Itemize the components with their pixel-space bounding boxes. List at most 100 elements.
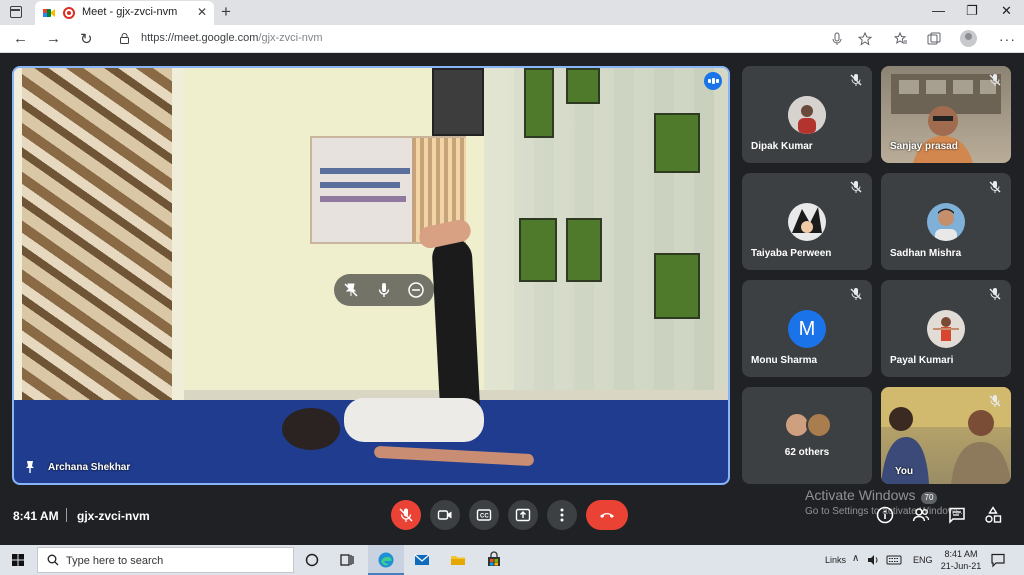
meet-stage: Archana Shekhar Dipak Kumar Sanjay prasa… (0, 54, 1024, 544)
participant-tile[interactable]: Dipak Kumar (742, 66, 872, 163)
favorite-star-icon[interactable] (858, 32, 872, 46)
taskbar-search-input[interactable]: Type here to search (37, 547, 294, 573)
url-field[interactable]: https://meet.google.com/gjx-zvci-nvm (141, 32, 323, 44)
store-icon[interactable] (485, 551, 503, 569)
participant-name: Sanjay prasad (890, 141, 958, 152)
forward-icon[interactable]: → (46, 30, 61, 47)
hang-up-icon (600, 513, 614, 518)
video-person-body (344, 398, 484, 442)
video-scene-picture (566, 68, 600, 104)
close-window-button[interactable]: ✕ (1001, 3, 1012, 19)
mic-off-icon (850, 181, 862, 193)
clock-date: 21-Jun-21 (940, 561, 982, 571)
meeting-code[interactable]: gjx-zvci-nvm (77, 509, 150, 523)
main-video-tile[interactable]: Archana Shekhar (12, 66, 730, 485)
mic-off-icon (989, 181, 1001, 193)
participant-name: Payal Kumari (890, 355, 954, 366)
captions-button[interactable]: CC (469, 500, 499, 530)
windows-start-icon[interactable] (12, 554, 24, 566)
remove-from-view-icon[interactable] (407, 281, 425, 299)
collections-icon[interactable] (927, 32, 941, 46)
participant-name: Sadhan Mishra (890, 248, 962, 259)
divider (66, 508, 67, 522)
back-icon[interactable]: ← (13, 30, 28, 47)
present-icon (515, 508, 531, 522)
file-explorer-icon[interactable] (449, 551, 467, 569)
tab-actions-icon[interactable] (10, 6, 22, 18)
task-view-icon[interactable] (338, 551, 356, 569)
tab-close-icon[interactable]: ✕ (197, 5, 207, 19)
links-toolbar[interactable]: Links (825, 555, 846, 565)
chat-icon[interactable] (948, 506, 966, 524)
video-scene-curtain (22, 68, 172, 428)
avatar: M (788, 310, 826, 348)
clock-time: 8:41 AM (944, 549, 978, 559)
camera-icon (437, 510, 452, 520)
mic-off-icon (989, 395, 1001, 407)
edge-browser-icon[interactable] (377, 551, 395, 569)
meet-favicon-icon (43, 9, 55, 17)
address-bar: ← → ↻ https://meet.google.com/gjx-zvci-n… (0, 25, 1024, 53)
browser-menu-icon[interactable]: ··· (999, 31, 1016, 47)
search-icon (47, 554, 59, 566)
participant-tile[interactable]: M Monu Sharma (742, 280, 872, 377)
camera-toggle-button[interactable] (430, 500, 460, 530)
leave-call-button[interactable] (586, 500, 628, 530)
activities-icon[interactable] (984, 506, 1002, 524)
captions-icon: CC (476, 509, 492, 521)
lock-icon[interactable] (120, 33, 129, 44)
banner-stripe (320, 168, 410, 174)
tray-chevron-up-icon[interactable]: ∧ (852, 553, 859, 564)
browser-tab-meet[interactable]: Meet - gjx-zvci-nvm ✕ (35, 1, 214, 25)
cortana-icon[interactable] (303, 551, 321, 569)
participant-name: Taiyaba Perween (751, 248, 832, 259)
video-scene-picture (524, 68, 554, 138)
url-host: https://meet.google.com (141, 32, 259, 44)
unpin-icon[interactable] (342, 281, 360, 299)
video-scene-picture (519, 218, 557, 282)
meeting-time: 8:41 AM (13, 509, 59, 523)
refresh-icon[interactable]: ↻ (80, 30, 93, 48)
search-placeholder: Type here to search (66, 555, 164, 567)
favorites-icon[interactable] (894, 32, 908, 46)
profile-avatar[interactable] (960, 30, 977, 47)
mic-off-icon (989, 74, 1001, 86)
participant-name: Dipak Kumar (751, 141, 813, 152)
participant-tile[interactable]: Payal Kumari (881, 280, 1011, 377)
self-tile[interactable]: You (881, 387, 1011, 484)
system-clock[interactable]: 8:41 AM 21-Jun-21 (940, 548, 982, 572)
people-icon[interactable] (912, 506, 930, 524)
svg-text:CC: CC (480, 514, 489, 520)
mute-participant-icon[interactable] (375, 281, 393, 299)
browser-tab-bar: Meet - gjx-zvci-nvm ✕ + — ❐ ✕ (0, 0, 1024, 25)
mic-toggle-button[interactable] (391, 500, 421, 530)
new-tab-button[interactable]: + (221, 2, 231, 22)
maximize-button[interactable]: ❐ (966, 3, 978, 19)
minimize-button[interactable]: — (932, 3, 945, 18)
volume-icon[interactable] (866, 553, 880, 567)
avatar (927, 203, 965, 241)
present-now-button[interactable] (508, 500, 538, 530)
mail-icon[interactable] (413, 551, 431, 569)
others-avatars (784, 412, 834, 440)
avatar (806, 412, 832, 438)
mic-off-icon (989, 288, 1001, 300)
microphone-permission-icon[interactable] (830, 32, 844, 46)
meeting-details-icon[interactable] (876, 506, 894, 524)
video-scene-picture (654, 253, 700, 319)
tile-hover-controls (334, 274, 434, 306)
notification-center-icon[interactable] (990, 552, 1006, 568)
participant-tile[interactable]: Taiyaba Perween (742, 173, 872, 270)
self-name: You (895, 466, 914, 477)
others-tile[interactable]: 62 others (742, 387, 872, 484)
video-person-head (282, 408, 340, 450)
meeting-controls-bar: 8:41 AM gjx-zvci-nvm CC Activate Windows… (0, 487, 1024, 544)
participant-tile[interactable]: Sanjay prasad (881, 66, 1011, 163)
url-path: /gjx-zvci-nvm (258, 32, 323, 44)
participant-tile[interactable]: Sadhan Mishra (881, 173, 1011, 270)
input-language[interactable]: ENG (913, 555, 933, 565)
video-scene-picture (654, 113, 700, 173)
avatar (788, 96, 826, 134)
keyboard-icon[interactable] (886, 553, 902, 567)
more-options-button[interactable] (547, 500, 577, 530)
